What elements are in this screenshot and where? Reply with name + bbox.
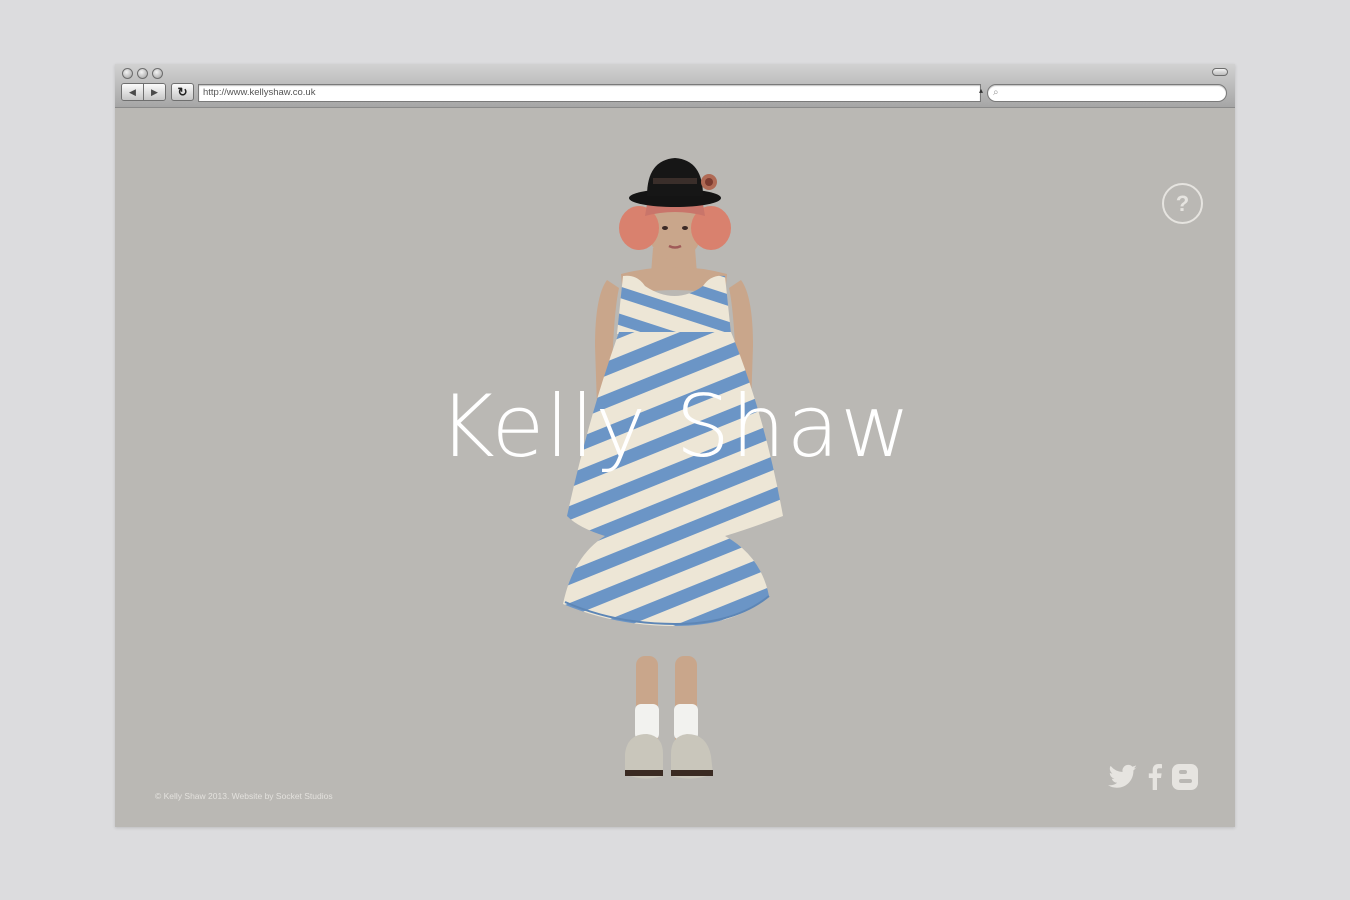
- search-field[interactable]: ⌕: [987, 84, 1227, 102]
- search-icon: ⌕: [993, 87, 999, 98]
- address-bar[interactable]: http://www.kellyshaw.co.uk: [198, 84, 981, 102]
- close-window-button[interactable]: [122, 68, 133, 79]
- forward-arrow-icon: ▶: [151, 86, 158, 97]
- facebook-icon[interactable]: [1148, 764, 1162, 790]
- site-title: Kelly Shaw: [438, 377, 912, 477]
- browser-toolbar: ◀ ▶ ↻ http://www.kellyshaw.co.uk ▴ ⌕: [115, 64, 1235, 108]
- back-button[interactable]: ◀: [122, 84, 143, 100]
- page-content: ? Kelly Shaw © Kelly Shaw 2013. Website …: [115, 108, 1235, 827]
- address-dropdown-icon[interactable]: ▴: [979, 86, 983, 95]
- toolbar-toggle-button[interactable]: [1212, 68, 1228, 76]
- social-links: [1108, 764, 1198, 790]
- window-controls: [122, 68, 163, 79]
- history-nav: ◀ ▶: [121, 83, 166, 101]
- minimize-window-button[interactable]: [137, 68, 148, 79]
- back-arrow-icon: ◀: [129, 86, 136, 97]
- footer-credit: © Kelly Shaw 2013. Website by Socket Stu…: [155, 791, 333, 801]
- zoom-window-button[interactable]: [152, 68, 163, 79]
- help-button[interactable]: ?: [1162, 183, 1203, 224]
- reload-icon: ↻: [177, 85, 188, 99]
- reload-button[interactable]: ↻: [171, 83, 194, 101]
- twitter-icon[interactable]: [1108, 764, 1138, 790]
- browser-window: ◀ ▶ ↻ http://www.kellyshaw.co.uk ▴ ⌕ ? K…: [115, 64, 1235, 827]
- forward-button[interactable]: ▶: [143, 84, 165, 100]
- blogger-icon[interactable]: [1172, 764, 1198, 790]
